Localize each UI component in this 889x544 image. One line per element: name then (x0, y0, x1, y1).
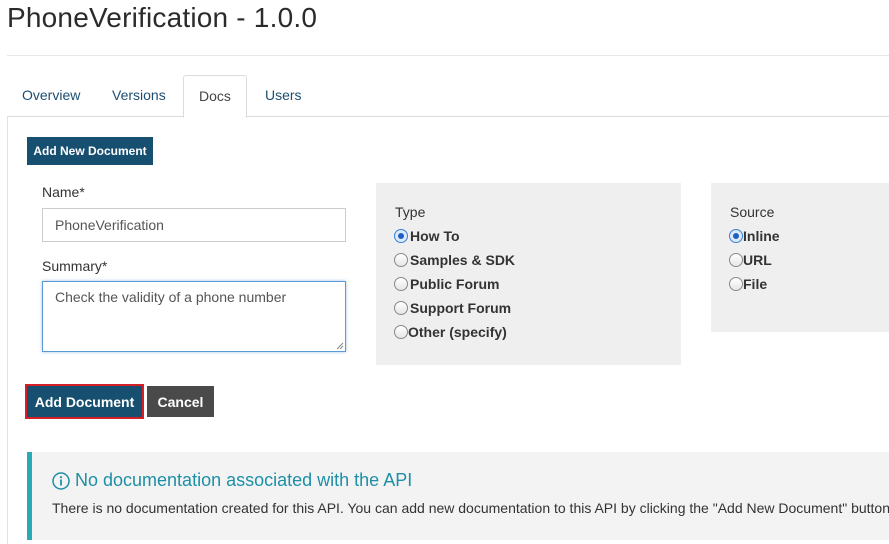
tab-versions[interactable]: Versions (97, 75, 181, 117)
source-option-label: URL (743, 252, 772, 268)
type-option-other[interactable]: Other (specify) (394, 323, 507, 341)
notice-title: No documentation associated with the API (75, 470, 413, 490)
add-new-document-button[interactable]: Add New Document (27, 137, 153, 165)
title-divider (7, 55, 889, 56)
radio-icon[interactable] (394, 325, 408, 339)
type-option-how-to[interactable]: How To (394, 227, 460, 245)
type-panel: Type How To Samples & SDK Public Forum S… (376, 183, 681, 365)
summary-label: Summary* (42, 258, 108, 274)
source-option-inline[interactable]: Inline (729, 227, 780, 245)
tab-users[interactable]: Users (250, 75, 317, 117)
add-document-button[interactable]: Add Document (25, 384, 144, 419)
radio-icon[interactable] (729, 253, 743, 267)
source-option-label: Inline (743, 228, 780, 244)
radio-icon[interactable] (729, 277, 743, 291)
cancel-button[interactable]: Cancel (147, 386, 214, 417)
notice-heading: No documentation associated with the API (52, 470, 412, 491)
type-option-samples-sdk[interactable]: Samples & SDK (394, 251, 515, 269)
tab-docs[interactable]: Docs (183, 75, 247, 118)
page-title: PhoneVerification - 1.0.0 (7, 2, 318, 33)
source-option-url[interactable]: URL (729, 251, 772, 269)
radio-icon[interactable] (394, 277, 408, 291)
type-option-label: Other (specify) (408, 324, 507, 340)
type-option-label: How To (410, 228, 460, 244)
info-circle-icon (52, 471, 70, 490)
source-option-label: File (743, 276, 768, 292)
type-option-label: Samples & SDK (410, 252, 516, 268)
type-title: Type (395, 204, 426, 220)
name-input[interactable]: PhoneVerification (42, 208, 346, 242)
radio-checked-icon[interactable] (394, 229, 408, 243)
radio-icon[interactable] (394, 253, 408, 267)
summary-textarea[interactable]: Check the validity of a phone number (42, 281, 346, 352)
no-docs-notice: No documentation associated with the API… (27, 452, 889, 540)
type-option-label: Public Forum (410, 276, 500, 292)
source-title: Source (730, 204, 775, 220)
name-label: Name* (42, 184, 85, 200)
radio-checked-icon[interactable] (729, 229, 743, 243)
source-panel: Source Inline URL File (711, 183, 889, 332)
source-option-file[interactable]: File (729, 275, 767, 293)
type-option-label: Support Forum (410, 300, 512, 316)
radio-icon[interactable] (394, 301, 408, 315)
resize-grip-icon[interactable] (336, 342, 344, 350)
tab-overview[interactable]: Overview (7, 75, 95, 117)
type-option-support-forum[interactable]: Support Forum (394, 299, 511, 317)
notice-text: There is no documentation created for th… (52, 500, 889, 516)
tab-bar: Overview Versions Docs Users (7, 75, 889, 118)
type-option-public-forum[interactable]: Public Forum (394, 275, 499, 293)
